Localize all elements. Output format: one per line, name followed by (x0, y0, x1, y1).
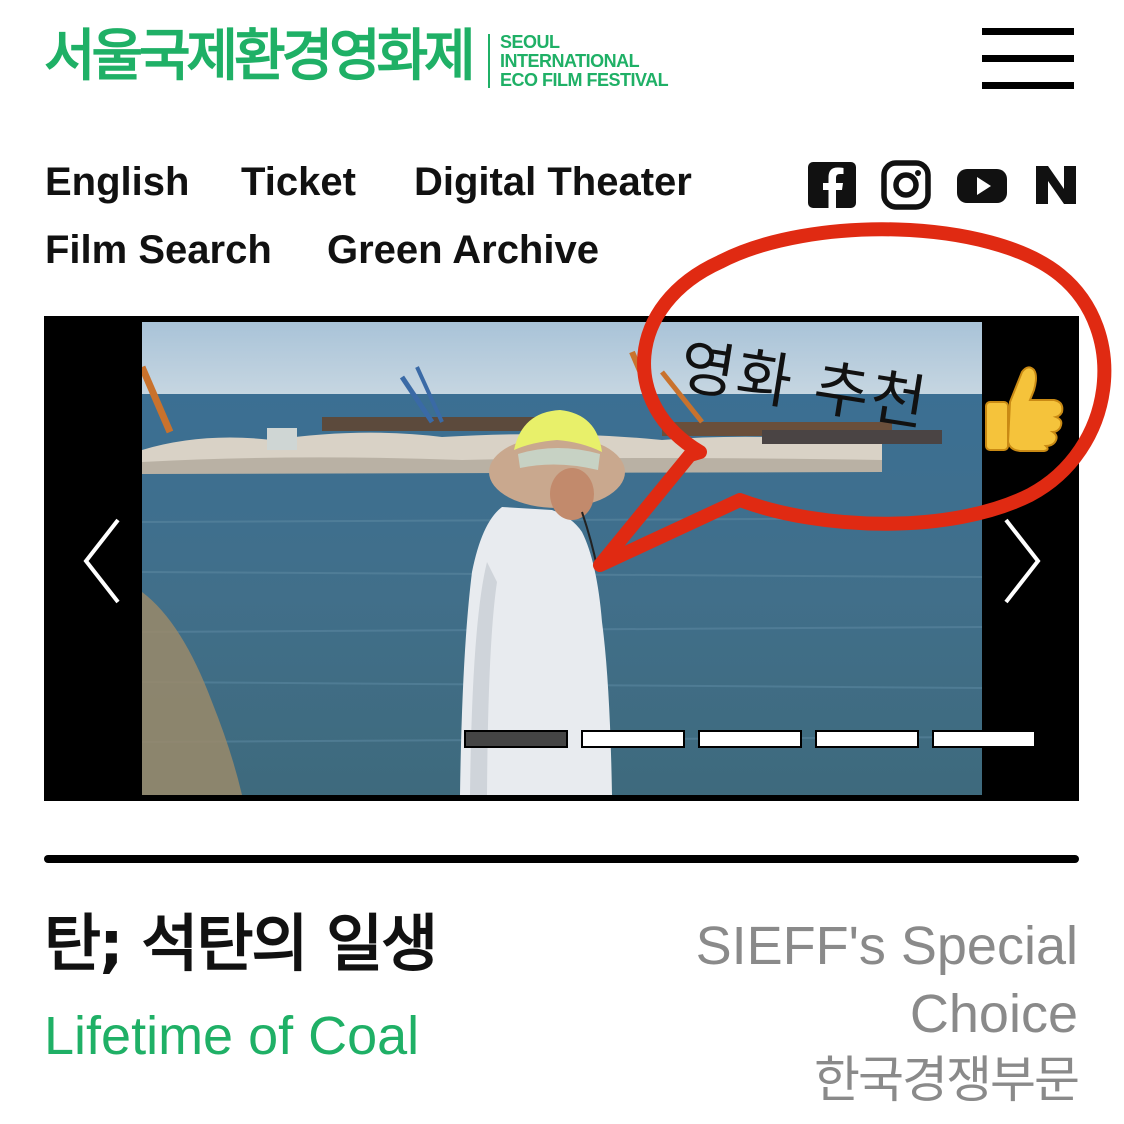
nav-english[interactable]: English (45, 158, 189, 206)
section-label-line-2: Choice (909, 984, 1078, 1044)
nav-ticket[interactable]: Ticket (241, 158, 356, 206)
chevron-left-icon[interactable] (80, 516, 140, 606)
carousel-dot-4[interactable] (815, 730, 919, 748)
hamburger-menu-icon[interactable] (982, 28, 1074, 90)
facebook-icon[interactable] (806, 160, 858, 210)
carousel-dot-2[interactable] (581, 730, 685, 748)
logo-divider (488, 34, 490, 88)
chevron-right-icon[interactable] (1000, 516, 1060, 606)
film-section-label: SIEFF's Special Choice (658, 912, 1078, 1048)
carousel-dot-3[interactable] (698, 730, 802, 748)
carousel-dot-5[interactable] (932, 730, 1036, 748)
thumbs-up-icon (985, 366, 1064, 452)
carousel-dot-1[interactable] (464, 730, 568, 748)
film-title-english[interactable]: Lifetime of Coal (44, 1004, 419, 1068)
logo-en-line-2: INTERNATIONAL (500, 51, 640, 71)
section-divider (44, 855, 1079, 863)
logo-en-line-3: ECO FILM FESTIVAL (500, 70, 669, 90)
nav-film-search[interactable]: Film Search (45, 226, 272, 274)
festival-logo-english[interactable]: SEOUL INTERNATIONAL ECO FILM FESTIVAL (500, 32, 669, 90)
festival-logo-korean[interactable]: 서울국제환경영화제 (44, 22, 476, 92)
section-label-korean: 한국경쟁부문 (814, 1051, 1080, 1109)
youtube-icon[interactable] (955, 160, 1009, 210)
film-title-korean[interactable]: 탄; 석탄의 일생 (44, 904, 438, 984)
logo-en-line-1: SEOUL (500, 32, 560, 52)
naver-icon[interactable] (1033, 160, 1079, 210)
section-label-line-1: SIEFF's Special (695, 916, 1078, 976)
nav-digital-theater[interactable]: Digital Theater (414, 158, 692, 206)
instagram-icon[interactable] (880, 160, 932, 210)
nav-green-archive[interactable]: Green Archive (327, 226, 599, 274)
